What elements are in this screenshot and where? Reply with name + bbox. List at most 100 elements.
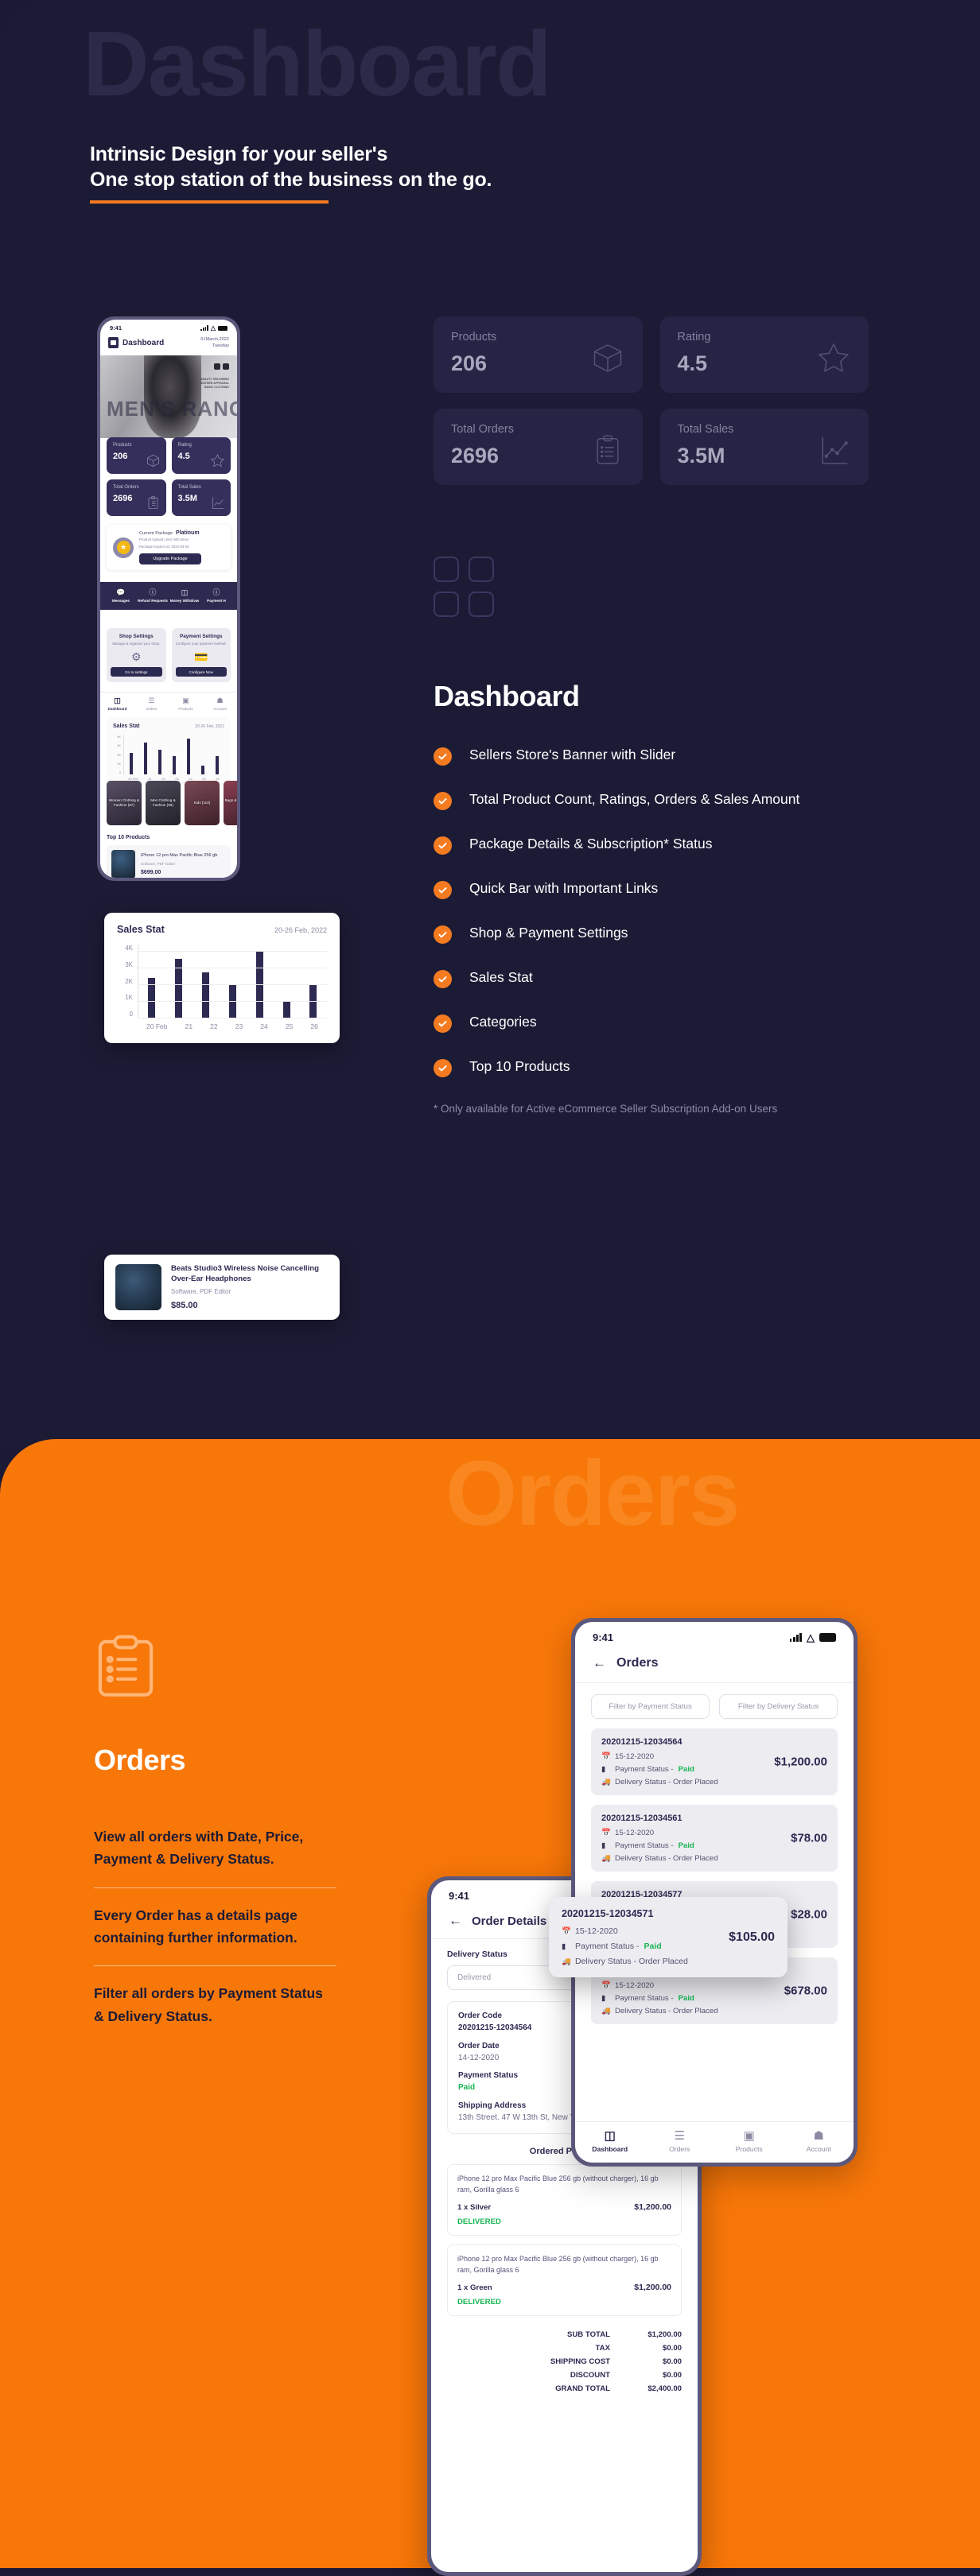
truck-icon: 🚚 — [601, 1854, 611, 1863]
tab-label: Orders — [669, 2145, 690, 2153]
calendar-icon: 📅 — [601, 1829, 611, 1837]
stat-card-products: Products 206 — [434, 316, 643, 393]
quickbar-item-money-withdraw[interactable]: ◫ Money Withdraw — [169, 589, 200, 603]
feature-item: Shop & Payment Settings — [434, 923, 879, 944]
product-thumbnail — [111, 850, 135, 878]
store-icon: ☗ — [813, 2129, 824, 2143]
feature-label: Top 10 Products — [469, 1058, 570, 1074]
status-time: 9:41 — [449, 1890, 470, 1902]
line-chart-icon — [210, 495, 225, 510]
category-card[interactable]: Women Clothing & Fashion (87) — [107, 781, 142, 825]
delivery-status: Delivery Status - Order Placed — [575, 1957, 688, 1966]
product-category: Software, PDF Editor — [171, 1287, 231, 1295]
x-tick: 24 — [260, 1022, 268, 1030]
tab-orders[interactable]: ☰ Orders — [645, 2128, 715, 2153]
order-card[interactable]: 20201215-12034561 📅 15-12-2020 ▮ Payment S… — [591, 1805, 838, 1872]
card-icon: ▮ — [562, 1942, 566, 1951]
tab-account[interactable]: ☗ Account — [784, 2128, 854, 2153]
tab-dashboard[interactable]: ◫ Dashboard — [100, 696, 134, 711]
product-row[interactable]: iPhone 12 pro Max Pacific Blue 256 gb So… — [107, 845, 231, 878]
banner-social-icons — [214, 363, 229, 370]
phone-date: 01March,2022 Tuesday — [200, 337, 229, 350]
payment-settings-card[interactable]: Payment Settings Configure your payment … — [171, 628, 231, 683]
quickbar-item-refund-requests[interactable]: ⓘ Refund Requests — [137, 589, 169, 603]
date-line-2: Tuesday — [212, 343, 229, 348]
chart-gridline — [138, 950, 327, 952]
tab-label: Products — [735, 2145, 763, 2153]
quickbar-label: Money Withdraw — [169, 599, 200, 603]
chart-bar — [201, 765, 204, 774]
phone-sales-stat: Sales Stat 20-26 Feb, 2022 4K 3K 2K 1K 0 — [107, 717, 231, 787]
check-circle-icon — [434, 792, 452, 810]
check-circle-icon — [434, 747, 452, 766]
total-row: DISCOUNT $0.00 — [447, 2368, 682, 2382]
category-card[interactable]: Bags & Accessories (356) — [224, 781, 237, 825]
tab-products[interactable]: ▣ Products — [169, 696, 203, 711]
quickbar-item-messages[interactable]: 💬 Messages — [105, 589, 137, 603]
stat-label: Total Sales — [177, 485, 201, 490]
filter-payment-status[interactable]: Filter by Payment Status — [591, 1694, 710, 1719]
tab-products[interactable]: ▣ Products — [714, 2128, 784, 2153]
payment-label: Payment Status - — [615, 1765, 674, 1774]
truck-icon: 🚚 — [601, 1778, 611, 1787]
product-name: Beats Studio3 Wireless Noise Cancelling … — [171, 1264, 319, 1283]
chart-gridline — [138, 983, 327, 985]
feature-label: Sellers Store's Banner with Slider — [469, 747, 676, 762]
phone-tab-bar: ◫ Dashboard ☰ Orders ▣ Products ☗ Account — [100, 692, 237, 716]
payment-status: Paid — [678, 1765, 694, 1774]
top10-heading: Top 10 Products — [107, 835, 150, 840]
shop-settings-card[interactable]: Shop Settings Manage & organize your sho… — [107, 628, 166, 683]
feature-item: Sales Stat — [434, 968, 879, 988]
phone-mockup-dashboard: 9:41 △ Dashboard 01March,2022 Tuesday ME… — [97, 316, 240, 881]
y-tick: 1K — [125, 994, 133, 1002]
decorative-grid — [434, 557, 494, 617]
check-circle-icon — [434, 836, 452, 855]
tab-orders[interactable]: ☰ Orders — [134, 696, 169, 711]
shop-gear-icon: ⚙ — [130, 650, 142, 664]
feature-label: Sales Stat — [469, 969, 533, 985]
total-label: SHIPPING COST — [550, 2357, 610, 2366]
y-tick: 3K — [117, 743, 121, 748]
check-circle-icon — [434, 1014, 452, 1033]
stat-label: Rating — [177, 443, 192, 448]
y-tick: 2K — [117, 752, 121, 757]
phone-stat-rating: Rating 4.5 — [171, 437, 231, 474]
ghost-heading-dashboard: Dashboard — [83, 12, 552, 115]
tab-label: Orders — [146, 707, 158, 711]
star-icon — [816, 340, 851, 375]
y-tick: 0 — [119, 770, 121, 774]
filter-delivery-status[interactable]: Filter by Delivery Status — [719, 1694, 838, 1719]
category-strip: Women Clothing & Fashion (87) Men Clothi… — [107, 781, 237, 825]
tab-label: Dashboard — [107, 707, 127, 711]
order-card[interactable]: 20201215-12034564 📅 15-12-2020 ▮ Payment S… — [591, 1728, 838, 1795]
callout-title: Sales Stat — [117, 924, 165, 935]
payment-label: Payment Status - — [615, 1841, 674, 1850]
store-banner[interactable]: MEN'S RANGE BEAUTY GROOMINGLEATHER APPEA… — [100, 355, 237, 438]
card-title: Payment Settings — [179, 634, 223, 639]
tab-dashboard[interactable]: ◫ Dashboard — [575, 2128, 645, 2153]
package-label: Current Package — [139, 531, 173, 536]
arrow-left-icon[interactable]: ← — [593, 1655, 606, 1671]
quickbar-item-payment-history[interactable]: ⓘ Payment H — [200, 589, 232, 603]
total-label: GRAND TOTAL — [555, 2384, 610, 2393]
x-tick: 22 — [210, 1022, 218, 1030]
chat-icon: 💬 — [116, 588, 126, 596]
tab-label: Account — [806, 2145, 831, 2153]
arrow-left-icon[interactable]: ← — [449, 1913, 462, 1929]
card-button[interactable]: Go to settings — [111, 667, 162, 677]
card-button[interactable]: Configure Now — [175, 667, 227, 677]
chart-bars — [138, 945, 327, 1018]
orders-page-title: Orders — [94, 1744, 186, 1776]
tab-label: Dashboard — [592, 2145, 628, 2153]
tab-label: Products — [178, 707, 193, 711]
category-card[interactable]: Kids (110) — [185, 781, 220, 825]
tab-account[interactable]: ☗ Account — [203, 696, 237, 711]
total-label: TAX — [595, 2344, 610, 2353]
category-card[interactable]: Men Clothing & Fashion (99) — [146, 781, 181, 825]
check-circle-icon — [434, 970, 452, 988]
x-tick: 26 — [310, 1022, 318, 1030]
truck-icon: 🚚 — [601, 2007, 611, 2015]
chart-bar — [282, 1001, 290, 1018]
upgrade-package-button[interactable]: Upgrade Package — [139, 553, 201, 565]
box-icon — [590, 340, 625, 375]
